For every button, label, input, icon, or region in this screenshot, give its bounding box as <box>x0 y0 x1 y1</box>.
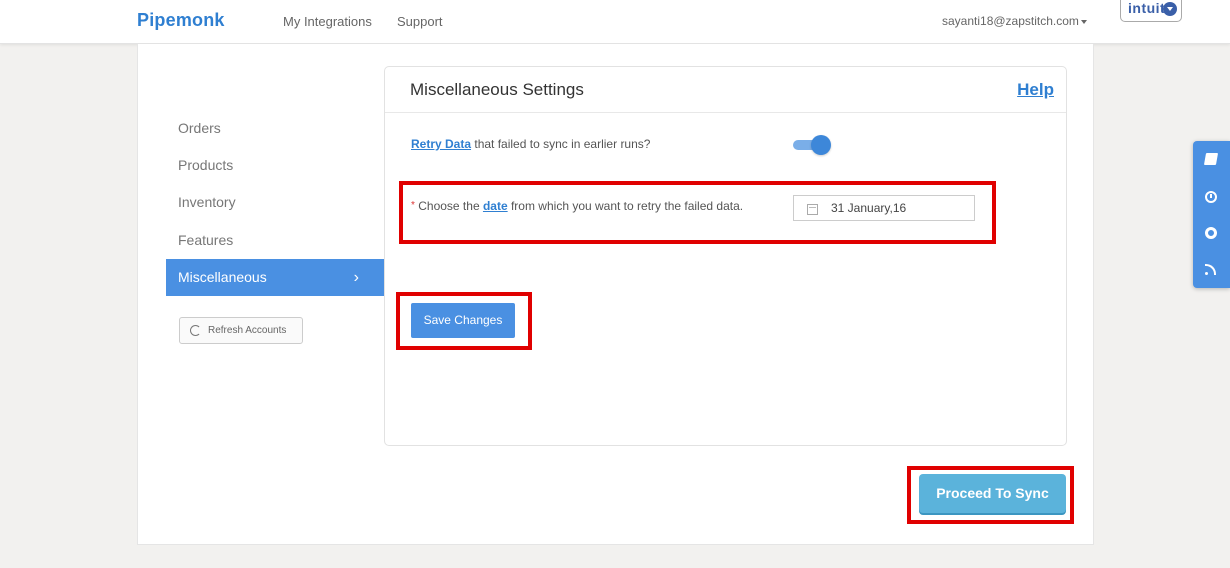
nav-my-integrations[interactable]: My Integrations <box>283 14 372 29</box>
intuit-menu[interactable]: intuit. <box>1120 0 1182 22</box>
retry-data-link[interactable]: Retry Data <box>411 137 471 151</box>
date-suffix-text: from which you want to retry the failed … <box>507 199 744 213</box>
retry-date-value: 31 January,16 <box>831 201 907 215</box>
rss-icon[interactable] <box>1205 263 1217 275</box>
caret-down-icon <box>1080 19 1087 24</box>
floating-toolbar <box>1193 141 1230 288</box>
sidebar-item-miscellaneous[interactable]: Miscellaneous › <box>166 259 385 296</box>
top-navbar: Pipemonk My Integrations Support sayanti… <box>0 0 1230 44</box>
clock-icon[interactable] <box>1205 191 1217 203</box>
sidebar-item-inventory[interactable]: Inventory <box>178 184 385 221</box>
retry-data-toggle[interactable] <box>793 135 831 155</box>
brand-logo[interactable]: Pipemonk <box>137 10 225 31</box>
retry-data-row: Retry Data that failed to sync in earlie… <box>411 137 650 151</box>
retry-data-text: that failed to sync in earlier runs? <box>471 137 651 151</box>
panel-divider <box>385 112 1066 113</box>
user-menu[interactable]: sayanti18@zapstitch.com <box>942 14 1087 28</box>
date-link[interactable]: date <box>483 199 508 213</box>
book-icon[interactable] <box>1203 153 1219 165</box>
sidebar-item-orders[interactable]: Orders <box>178 110 385 147</box>
date-prefix-text: Choose the <box>414 199 483 213</box>
nav-support[interactable]: Support <box>397 14 443 29</box>
save-changes-button[interactable]: Save Changes <box>411 303 515 338</box>
retry-date-input[interactable]: 31 January,16 <box>793 195 975 221</box>
retry-date-label: * Choose the date from which you want to… <box>405 197 755 215</box>
proceed-to-sync-button[interactable]: Proceed To Sync <box>919 474 1066 513</box>
miscellaneous-settings-panel: Miscellaneous Settings Help Retry Data t… <box>384 66 1067 446</box>
main-card: Orders Products Inventory Features Misce… <box>137 44 1094 545</box>
refresh-accounts-button[interactable]: Refresh Accounts <box>179 317 303 344</box>
sidebar-item-features[interactable]: Features <box>178 222 385 259</box>
toggle-knob <box>811 135 831 155</box>
help-link[interactable]: Help <box>1017 80 1054 100</box>
lifebuoy-icon[interactable] <box>1205 227 1217 239</box>
refresh-accounts-label: Refresh Accounts <box>208 325 287 336</box>
sidebar-item-label: Miscellaneous <box>178 269 267 285</box>
chevron-right-icon: › <box>353 269 359 286</box>
user-email: sayanti18@zapstitch.com <box>942 14 1079 28</box>
chevron-down-icon[interactable] <box>1163 2 1177 16</box>
panel-title: Miscellaneous Settings <box>410 80 584 99</box>
calendar-icon[interactable] <box>807 204 818 215</box>
refresh-icon <box>190 325 201 336</box>
sidebar-item-products[interactable]: Products <box>178 147 385 184</box>
